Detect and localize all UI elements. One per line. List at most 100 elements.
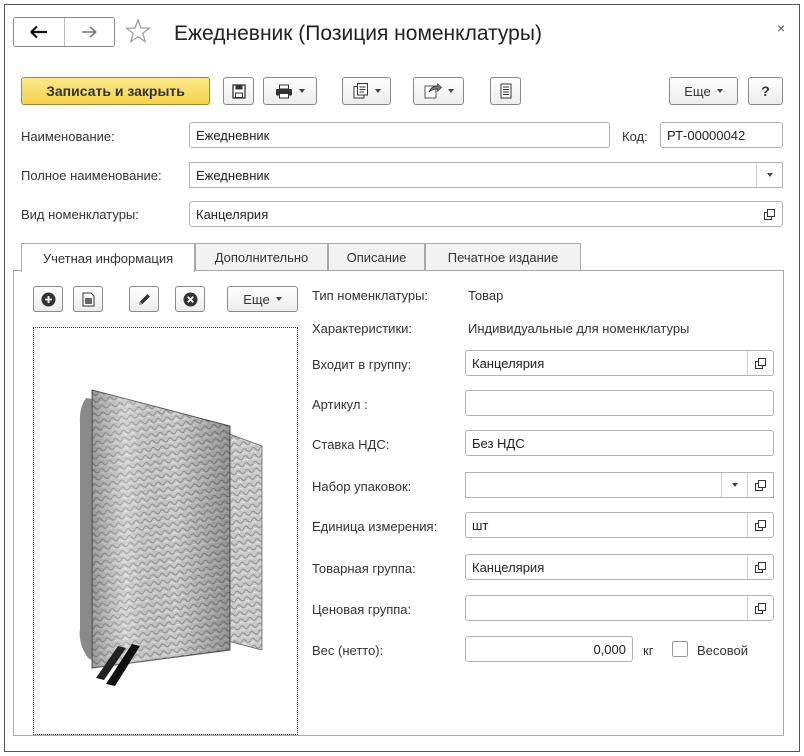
more-menu-label: Еще	[684, 83, 711, 99]
group-field[interactable]: Канцелярия	[465, 350, 774, 376]
name-field[interactable]: Ежедневник	[189, 122, 610, 148]
group-value: Канцелярия	[472, 355, 545, 371]
tab-accounting-info[interactable]: Учетная информация	[21, 243, 195, 272]
group-label: Входит в группу:	[312, 357, 412, 372]
type-label: Тип номенклатуры:	[312, 288, 429, 303]
navigation-buttons	[13, 17, 115, 47]
delete-icon	[183, 292, 197, 306]
open-button[interactable]	[747, 473, 773, 497]
open-icon	[763, 208, 775, 220]
open-icon	[755, 479, 766, 491]
delete-picture-button[interactable]	[175, 286, 205, 312]
name-value: Ежедневник	[196, 127, 270, 143]
more-menu-button[interactable]: Еще	[669, 77, 738, 105]
close-icon[interactable]: ×	[777, 20, 785, 36]
type-value: Товар	[468, 288, 504, 303]
forward-arrow-icon	[82, 26, 97, 38]
chevron-down-icon	[275, 297, 282, 301]
dropdown-button[interactable]	[756, 163, 782, 187]
full-name-label: Полное наименование:	[21, 168, 162, 183]
weight-unit-label: кг	[643, 643, 654, 658]
create-based-on-button[interactable]	[342, 77, 391, 105]
dropdown-icon	[731, 483, 738, 487]
select-file-button[interactable]	[73, 286, 103, 312]
chevron-down-icon	[299, 89, 305, 93]
code-value: РТ-00000042	[667, 127, 746, 143]
article-label: Артикул :	[312, 397, 368, 412]
back-arrow-icon	[30, 25, 47, 39]
back-button[interactable]	[14, 18, 64, 46]
open-button[interactable]	[756, 202, 782, 226]
send-menu-button[interactable]	[413, 77, 464, 105]
kind-value: Канцелярия	[196, 206, 269, 222]
weight-label: Вес (нетто):	[312, 643, 384, 658]
packages-label: Набор упаковок:	[312, 479, 412, 494]
name-label: Наименование:	[21, 129, 115, 144]
open-button[interactable]	[747, 596, 773, 620]
full-name-value: Ежедневник	[196, 167, 270, 183]
open-icon	[755, 519, 766, 531]
edit-icon	[138, 293, 150, 305]
window-title: Ежедневник (Позиция номенклатуры)	[174, 22, 542, 45]
product-picture[interactable]	[33, 327, 298, 735]
weight-value: 0,000	[593, 641, 626, 657]
open-button[interactable]	[747, 555, 773, 579]
goods-group-value: Канцелярия	[472, 559, 545, 575]
copy-icon	[353, 83, 368, 99]
add-picture-button[interactable]	[33, 286, 63, 312]
forward-button[interactable]	[63, 18, 115, 46]
open-icon	[755, 561, 766, 573]
document-icon	[500, 83, 511, 99]
open-icon	[755, 602, 766, 614]
full-name-field[interactable]: Ежедневник	[189, 162, 783, 188]
code-field[interactable]: РТ-00000042	[660, 122, 783, 148]
open-button[interactable]	[747, 513, 773, 537]
dropdown-icon	[766, 173, 773, 177]
document-button[interactable]	[490, 77, 521, 105]
vat-field[interactable]: Без НДС	[465, 430, 774, 456]
code-label: Код:	[622, 129, 648, 144]
vat-label: Ставка НДС:	[312, 437, 390, 452]
chevron-down-icon	[374, 89, 381, 93]
print-icon	[276, 84, 292, 98]
save-icon	[231, 83, 246, 99]
chevron-down-icon	[716, 89, 723, 93]
kind-field[interactable]: Канцелярия	[189, 201, 783, 227]
print-menu-button[interactable]	[263, 77, 317, 105]
weight-field[interactable]: 0,000	[465, 636, 633, 662]
price-group-field[interactable]	[465, 595, 774, 621]
favorite-button[interactable]	[124, 18, 152, 47]
characteristics-value: Индивидуальные для номенклатуры	[468, 321, 690, 336]
characteristics-label: Характеристики:	[312, 321, 413, 336]
open-button[interactable]	[747, 351, 773, 375]
tab-additional[interactable]: Дополнительно	[195, 243, 328, 271]
save-and-close-button[interactable]: Записать и закрыть	[21, 77, 210, 105]
weighted-label: Весовой	[697, 643, 749, 658]
edit-picture-button[interactable]	[129, 286, 159, 312]
kind-label: Вид номенклатуры:	[21, 207, 139, 222]
chevron-down-icon	[447, 89, 454, 93]
goods-group-label: Товарная группа:	[312, 561, 416, 576]
dropdown-button[interactable]	[721, 473, 747, 497]
picture-more-label: Еще	[243, 291, 270, 307]
help-button[interactable]: ?	[748, 77, 783, 105]
add-icon	[41, 292, 55, 306]
notebook-image	[79, 389, 263, 686]
unit-label: Единица измерения:	[312, 519, 438, 534]
send-icon	[424, 83, 442, 99]
star-icon	[124, 18, 152, 44]
price-group-label: Ценовая группа:	[312, 602, 412, 617]
tab-print-edition[interactable]: Печатное издание	[425, 243, 581, 271]
vat-value: Без НДС	[472, 435, 525, 451]
unit-value: шт	[472, 517, 489, 533]
weighted-checkbox[interactable]	[672, 641, 688, 657]
file-icon	[82, 292, 94, 306]
picture-more-button[interactable]: Еще	[227, 286, 298, 312]
save-button[interactable]	[223, 77, 254, 105]
tab-description[interactable]: Описание	[328, 243, 425, 271]
article-field[interactable]	[465, 390, 774, 416]
packages-field[interactable]	[465, 472, 774, 498]
open-icon	[755, 357, 766, 369]
unit-field[interactable]: шт	[465, 512, 774, 538]
goods-group-field[interactable]: Канцелярия	[465, 554, 774, 580]
